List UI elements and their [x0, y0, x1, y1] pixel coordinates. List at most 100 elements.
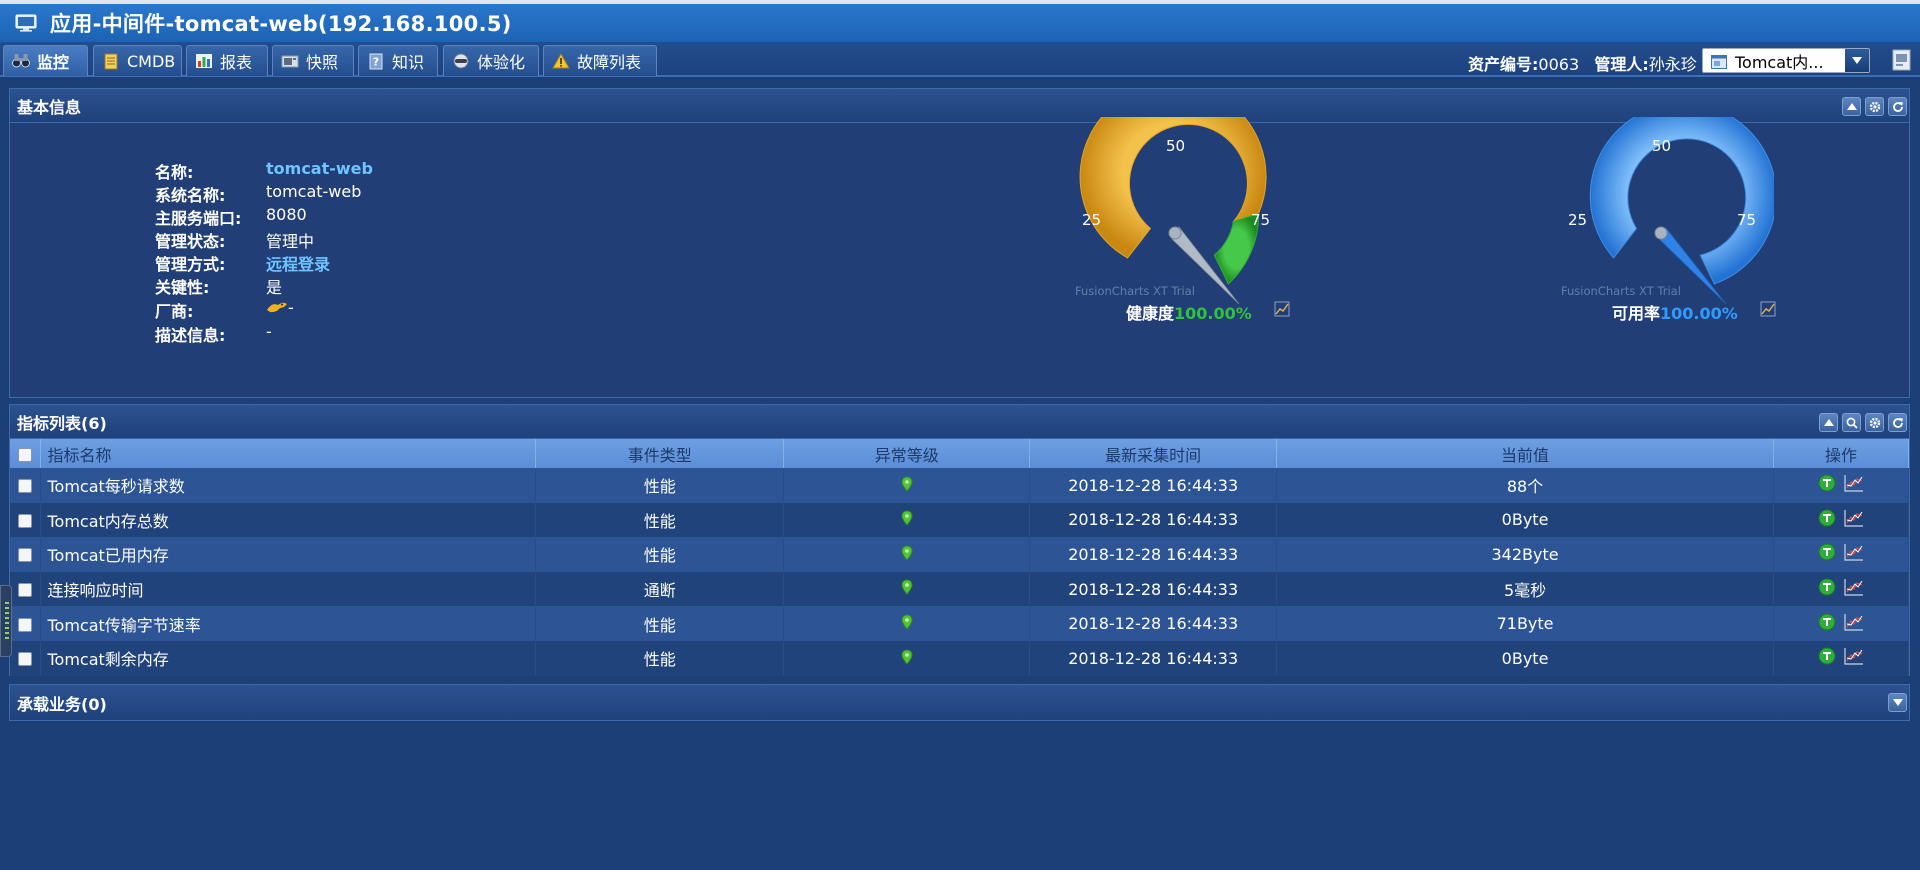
- metric-name[interactable]: 连接响应时间: [40, 571, 537, 607]
- info-row-vendor: 厂商: -: [155, 298, 294, 321]
- chart-watermark: FusionCharts XT Trial: [1561, 284, 1681, 298]
- actions-cell: [1773, 606, 1910, 641]
- line-chart-icon[interactable]: [1844, 543, 1864, 562]
- column-header[interactable]: 当前值: [1276, 439, 1774, 468]
- svg-text:?: ?: [373, 55, 379, 68]
- threshold-icon[interactable]: [1818, 474, 1836, 492]
- column-header[interactable]: 事件类型: [535, 439, 785, 468]
- row-checkbox[interactable]: [18, 583, 33, 598]
- export-icon[interactable]: [1891, 48, 1913, 72]
- info-row-system-name: 系统名称: tomcat-web: [155, 182, 362, 205]
- actions-cell: [1773, 640, 1910, 676]
- row-checkbox[interactable]: [18, 513, 33, 528]
- expand-icon[interactable]: [1888, 693, 1907, 712]
- name-link[interactable]: tomcat-web: [266, 159, 373, 179]
- event-type: 性能: [535, 502, 785, 538]
- gear-icon[interactable]: [1865, 97, 1884, 116]
- tab-report[interactable]: 报表: [186, 45, 268, 76]
- threshold-icon[interactable]: [1818, 647, 1836, 665]
- view-select[interactable]: Tomcat内...: [1702, 48, 1870, 73]
- tomcat-logo-icon: [266, 299, 288, 319]
- threshold-icon[interactable]: [1818, 509, 1836, 527]
- row-select-cell: [10, 606, 42, 641]
- row-checkbox[interactable]: [18, 479, 33, 494]
- gauge-caption-label: 健康度: [1126, 304, 1175, 323]
- tab-cmdb[interactable]: CMDB: [93, 45, 182, 76]
- binoculars-icon: [12, 52, 30, 70]
- column-header[interactable]: 异常等级: [783, 439, 1031, 468]
- tab-fault-list[interactable]: 故障列表: [543, 45, 657, 76]
- level-cell: [783, 468, 1031, 503]
- table-row[interactable]: Tomcat内存总数 性能 2018-12-28 16:44:33 0Byte: [10, 502, 1910, 538]
- line-chart-icon[interactable]: [1844, 613, 1864, 631]
- tab-experience[interactable]: 体验化: [443, 45, 539, 76]
- collapse-icon[interactable]: [1842, 97, 1861, 116]
- monitor-icon: [14, 13, 38, 33]
- panel-tools: [1819, 413, 1907, 432]
- remote-login-link[interactable]: 远程登录: [266, 251, 330, 274]
- refresh-icon[interactable]: [1888, 413, 1907, 432]
- collect-time: 2018-12-28 16:44:33: [1029, 640, 1278, 676]
- document-icon: [102, 52, 120, 70]
- table-row[interactable]: 连接响应时间 通断 2018-12-28 16:44:33 5毫秒: [10, 571, 1910, 607]
- vendor-text: -: [288, 298, 294, 317]
- metrics-panel: 指标列表(6) 指标名称 事件类型 异常等级 最新采集时间 当前值 操作 Tom…: [9, 404, 1910, 676]
- tab-snapshot[interactable]: 快照: [272, 45, 354, 76]
- table-row[interactable]: Tomcat传输字节速率 性能 2018-12-28 16:44:33 71Byte: [10, 606, 1910, 641]
- bar-chart-icon: [195, 52, 213, 70]
- tab-monitor[interactable]: 监控: [3, 45, 88, 76]
- info-value: tomcat-web: [266, 182, 362, 201]
- table-row[interactable]: Tomcat每秒请求数 性能 2018-12-28 16:44:33 88个: [10, 468, 1910, 503]
- row-select-cell: [10, 468, 42, 503]
- gauge-caption-value: 100.00%: [1660, 304, 1738, 323]
- info-value: 是: [266, 278, 283, 297]
- row-checkbox[interactable]: [18, 652, 33, 667]
- threshold-icon[interactable]: [1818, 543, 1836, 561]
- tab-label: 监控: [37, 53, 70, 72]
- view-select-value: Tomcat内...: [1735, 52, 1824, 72]
- collapse-icon[interactable]: [1819, 413, 1838, 432]
- line-chart-icon[interactable]: [1844, 474, 1864, 492]
- tab-label: CMDB: [127, 51, 176, 71]
- side-drawer-handle[interactable]: [0, 585, 12, 657]
- gauge-pivot: [1168, 226, 1182, 240]
- row-checkbox[interactable]: [18, 617, 33, 632]
- refresh-icon[interactable]: [1888, 97, 1907, 116]
- metric-name[interactable]: Tomcat每秒请求数: [40, 468, 537, 503]
- metric-name[interactable]: Tomcat剩余内存: [40, 640, 537, 676]
- search-icon[interactable]: [1842, 413, 1861, 432]
- gear-icon[interactable]: [1865, 413, 1884, 432]
- map-pin-icon: [901, 545, 913, 565]
- info-row-manage-status: 管理状态: 管理中: [155, 228, 314, 251]
- threshold-icon[interactable]: [1818, 613, 1836, 631]
- row-checkbox[interactable]: [18, 548, 33, 563]
- map-pin-icon: [901, 510, 913, 530]
- tab-label: 快照: [306, 53, 339, 72]
- metric-name[interactable]: Tomcat已用内存: [40, 537, 537, 572]
- event-type: 性能: [535, 468, 785, 503]
- tab-knowledge[interactable]: ? 知识: [358, 45, 438, 76]
- line-chart-icon[interactable]: [1844, 578, 1864, 596]
- manager-name: 孙永珍: [1648, 55, 1697, 74]
- metric-name[interactable]: Tomcat传输字节速率: [40, 606, 537, 641]
- gauge-caption: 可用率100.00%: [1612, 300, 1738, 324]
- level-cell: [783, 640, 1031, 676]
- map-pin-icon: [901, 649, 913, 669]
- event-type: 通断: [535, 571, 785, 607]
- metric-name[interactable]: Tomcat内存总数: [40, 502, 537, 538]
- event-type: 性能: [535, 640, 785, 676]
- gauge-caption-value: 100.00%: [1174, 304, 1252, 323]
- threshold-icon[interactable]: [1818, 578, 1836, 596]
- table-row[interactable]: Tomcat已用内存 性能 2018-12-28 16:44:33 342Byte: [10, 537, 1910, 572]
- line-chart-icon[interactable]: [1844, 647, 1864, 665]
- chevron-down-icon[interactable]: [1845, 49, 1869, 72]
- column-header[interactable]: 最新采集时间: [1029, 439, 1278, 468]
- line-chart-icon[interactable]: [1844, 509, 1864, 527]
- table-row[interactable]: Tomcat剩余内存 性能 2018-12-28 16:44:33 0Byte: [10, 640, 1910, 676]
- select-all-checkbox[interactable]: [18, 447, 33, 462]
- row-select-cell: [10, 571, 42, 607]
- level-cell: [783, 571, 1031, 607]
- column-header[interactable]: 指标名称: [40, 439, 537, 468]
- window-icon: [1711, 54, 1727, 69]
- tick-label-75: 75: [1737, 211, 1757, 229]
